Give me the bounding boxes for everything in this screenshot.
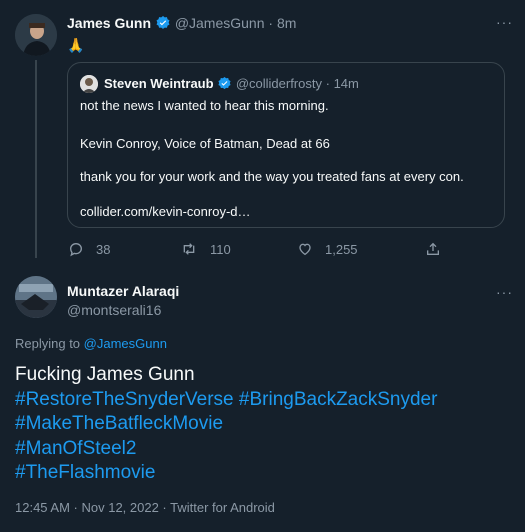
quote-author-name: Steven Weintraub: [104, 76, 214, 91]
replying-to: Replying to @JamesGunn: [15, 336, 167, 351]
more-options-icon[interactable]: ···: [496, 14, 513, 30]
separator: ·: [325, 76, 330, 91]
quoted-tweet-card[interactable]: Steven Weintraub @colliderfrosty · 14m n…: [67, 62, 505, 228]
quote-text-line: Kevin Conroy, Voice of Batman, Dead at 6…: [80, 136, 330, 151]
like-button[interactable]: 1,255: [297, 241, 358, 257]
replying-to-handle[interactable]: @JamesGunn: [84, 336, 167, 351]
author-name[interactable]: James Gunn: [67, 15, 151, 31]
heart-icon: [299, 243, 311, 256]
quote-text-line: thank you for your work and the way you …: [80, 169, 464, 184]
reply-icon: [69, 242, 83, 257]
tweet-text: 🙏: [67, 37, 85, 53]
quote-link[interactable]: collider.com/kevin-conroy-d…: [80, 204, 251, 219]
avatar[interactable]: [15, 14, 57, 56]
tweet-date[interactable]: 12:45 AM · Nov 12, 2022 · Twitter for An…: [15, 500, 275, 515]
retweet-button[interactable]: 110: [180, 241, 231, 257]
avatar[interactable]: [15, 276, 57, 318]
hashtag-link[interactable]: #BringBackZackSnyder: [239, 389, 438, 410]
quote-author-handle: @colliderfrosty: [235, 76, 322, 91]
share-icon: [427, 242, 439, 255]
tweet-header: James Gunn @JamesGunn · 8m: [67, 15, 296, 31]
timestamp[interactable]: 8m: [277, 15, 296, 31]
quote-avatar: [80, 75, 98, 93]
reply-count: 38: [96, 241, 111, 257]
thread-line: [35, 60, 37, 258]
quote-header: Steven Weintraub @colliderfrosty · 14m: [104, 76, 359, 91]
separator: ·: [268, 15, 274, 31]
reply-button[interactable]: 38: [68, 241, 110, 257]
author-name[interactable]: Muntazer Alaraqi: [67, 283, 179, 299]
share-button[interactable]: [425, 241, 453, 257]
author-handle[interactable]: @montserali16: [67, 302, 161, 318]
tweet-text: Fucking James Gunn: [15, 364, 195, 385]
hashtag-link[interactable]: #RestoreTheSnyderVerse: [15, 389, 234, 410]
tweet-body: Fucking James Gunn #RestoreTheSnyderVers…: [15, 363, 437, 486]
hashtag-link[interactable]: #MakeTheBatfleckMovie: [15, 412, 437, 437]
retweet-count: 110: [210, 241, 231, 257]
hashtag-link[interactable]: #ManOfSteel2: [15, 437, 437, 462]
quote-text-line: not the news I wanted to hear this morni…: [80, 98, 329, 113]
hashtag-link[interactable]: #TheFlashmovie: [15, 461, 437, 486]
like-count: 1,255: [325, 241, 358, 257]
quote-timestamp: 14m: [333, 76, 359, 91]
verified-badge-icon: [218, 76, 231, 90]
verified-badge-icon: [156, 16, 170, 29]
retweet-icon: [183, 243, 195, 255]
author-handle[interactable]: @JamesGunn: [175, 15, 265, 31]
more-options-icon[interactable]: ···: [496, 284, 513, 300]
replying-to-label: Replying to: [15, 336, 81, 351]
